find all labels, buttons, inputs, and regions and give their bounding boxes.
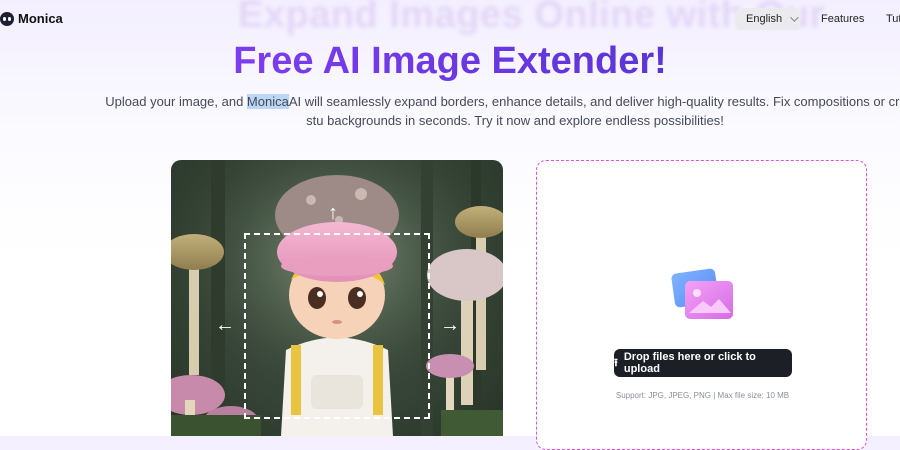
chevron-down-icon <box>790 13 799 22</box>
upload-icon: ⭱ <box>614 356 618 369</box>
hero-description: Upload your image, and MonicaAI will sea… <box>105 94 900 128</box>
upload-button-label: Drop files here or click to upload <box>623 351 756 375</box>
arrow-left-icon: ← <box>215 314 235 336</box>
language-label: English <box>746 13 783 25</box>
language-select[interactable]: English <box>736 8 800 30</box>
upload-button[interactable]: ⭱ Drop files here or click to upload <box>614 349 792 377</box>
upload-dropzone[interactable]: ⭱ Drop files here or click to upload Sup… <box>536 160 867 450</box>
example-image: ↑ ← → <box>171 160 503 436</box>
nav-tutorials[interactable]: Tut <box>886 13 900 25</box>
arrow-up-icon: ↑ <box>328 202 338 224</box>
image-gallery-icon <box>671 268 733 319</box>
logo[interactable]: Monica <box>0 11 63 26</box>
support-text: Support: JPG, JPEG, PNG | Max file size:… <box>615 391 790 400</box>
crop-frame <box>244 233 430 419</box>
header: Expand Images Online with Our Monica Eng… <box>0 0 900 38</box>
monica-logo-icon <box>0 11 14 26</box>
page-title: Free AI Image Extender! <box>233 40 667 82</box>
nav-features[interactable]: Features <box>821 13 864 25</box>
arrow-right-icon: → <box>440 314 460 336</box>
logo-text: Monica <box>18 11 63 26</box>
